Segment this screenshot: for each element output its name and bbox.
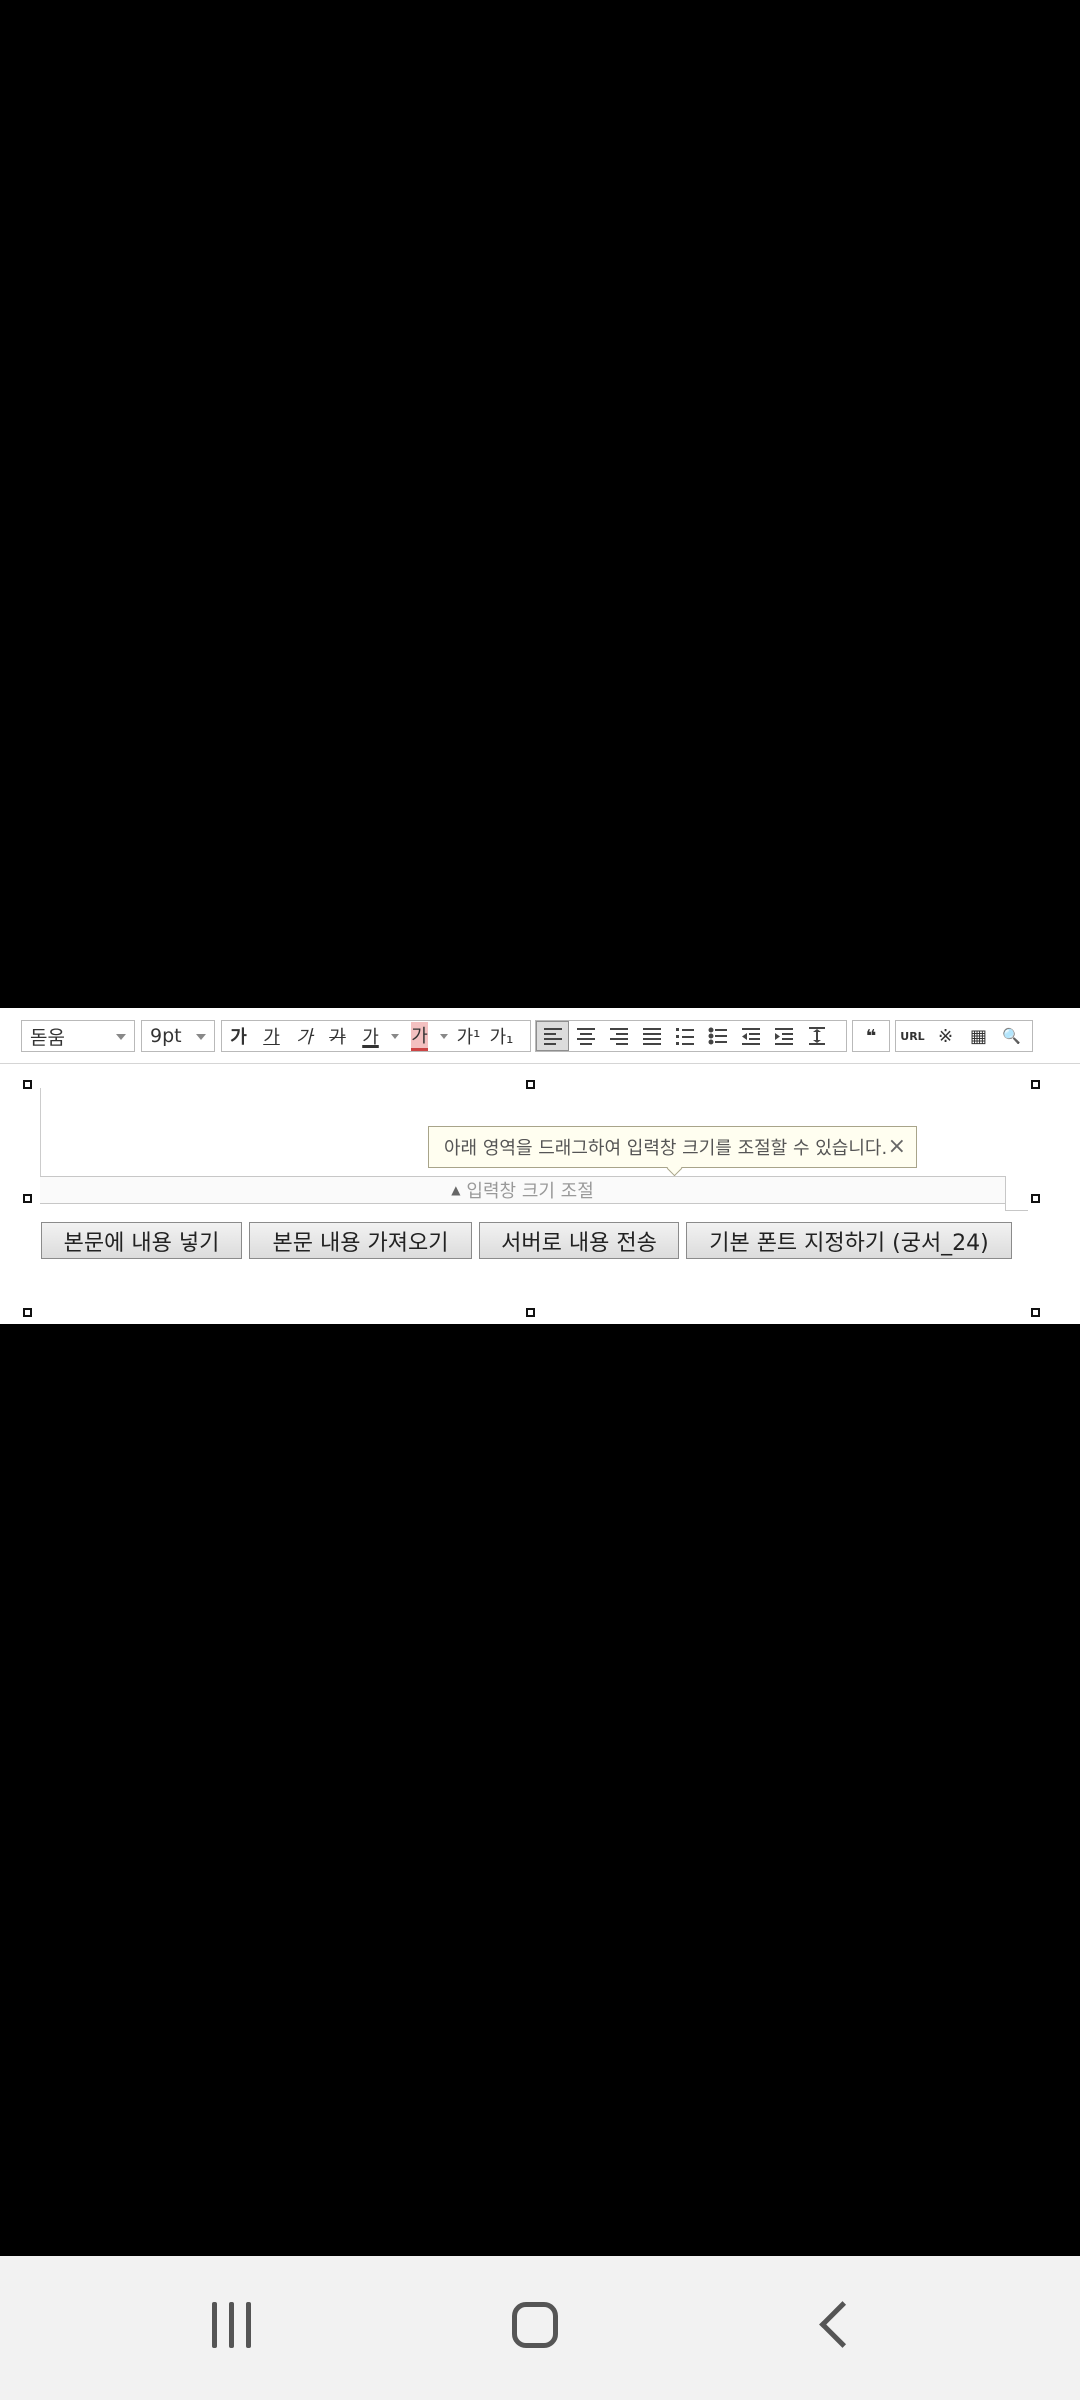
highlighter-icon: 가: [411, 1021, 428, 1051]
chevron-down-icon: [440, 1033, 448, 1039]
line-height-button[interactable]: [800, 1021, 833, 1051]
align-left-button[interactable]: [536, 1021, 569, 1051]
resize-handle-top-left[interactable]: [23, 1080, 32, 1089]
align-right-button[interactable]: [602, 1021, 635, 1051]
paragraph-group: [535, 1020, 847, 1052]
indent-icon: [774, 1028, 793, 1045]
bullet-list-icon: [708, 1027, 727, 1045]
indent-button[interactable]: [767, 1021, 800, 1051]
align-center-button[interactable]: [569, 1021, 602, 1051]
subscript-button[interactable]: 가₁: [485, 1021, 518, 1051]
font-family-select[interactable]: 돋움: [21, 1020, 135, 1052]
chevron-down-icon: [116, 1034, 126, 1040]
insert-content-button[interactable]: 본문에 내용 넣기: [41, 1222, 242, 1259]
align-justify-button[interactable]: [635, 1021, 668, 1051]
resize-bar-label: 입력창 크기 조절: [466, 1181, 594, 1202]
quote-button[interactable]: ❝: [853, 1021, 889, 1051]
ordered-list-icon: [675, 1028, 694, 1045]
resize-tooltip: 아래 영역을 드래그하여 입력창 크기를 조절할 수 있습니다. ×: [428, 1126, 917, 1177]
bg-color-button[interactable]: 가: [403, 1021, 436, 1051]
resize-handle-middle-right[interactable]: [1031, 1194, 1040, 1203]
special-char-button[interactable]: ※: [929, 1021, 962, 1051]
resize-handle-bottom-right[interactable]: [1031, 1308, 1040, 1317]
align-center-icon: [576, 1027, 595, 1045]
updown-arrow-icon: ▲: [451, 1183, 461, 1197]
align-left-icon: [543, 1027, 562, 1045]
italic-button[interactable]: 가: [288, 1021, 321, 1051]
font-color-dropdown[interactable]: [387, 1021, 403, 1051]
send-to-server-button[interactable]: 서버로 내용 전송: [479, 1222, 679, 1259]
input-resize-bar[interactable]: ▲ 입력창 크기 조절: [40, 1176, 1005, 1204]
font-size-select[interactable]: 9pt: [141, 1020, 215, 1052]
superscript-button[interactable]: 가¹: [452, 1021, 485, 1051]
align-justify-icon: [642, 1027, 661, 1045]
resize-bar-corner: [1005, 1176, 1028, 1211]
outdent-icon: [741, 1028, 760, 1045]
find-button[interactable]: 🔍: [995, 1021, 1028, 1051]
chevron-down-icon: [196, 1034, 206, 1040]
tooltip-text: 아래 영역을 드래그하여 입력창 크기를 조절할 수 있습니다.: [444, 1138, 888, 1159]
strikethrough-button[interactable]: 가: [321, 1021, 354, 1051]
line-height-icon: [808, 1027, 825, 1045]
resize-handle-bottom-center[interactable]: [526, 1308, 535, 1317]
font-color-button[interactable]: 가: [354, 1021, 387, 1051]
text-style-group: 가 가 가 가 가 가 가¹ 가₁: [221, 1020, 531, 1052]
chevron-down-icon: [391, 1033, 399, 1039]
back-icon[interactable]: [819, 2301, 866, 2348]
unordered-list-button[interactable]: [701, 1021, 734, 1051]
font-family-value: 돋움: [30, 1026, 65, 1049]
quote-group: ❝: [852, 1020, 890, 1052]
bold-button[interactable]: 가: [222, 1021, 255, 1051]
underline-button[interactable]: 가: [255, 1021, 288, 1051]
system-nav-bar: [0, 2256, 1080, 2400]
editor-toolbar: 돋움 9pt 가 가 가 가 가 가 가¹ 가₁ ❝ URL ※ ▦ 🔍: [0, 1008, 1080, 1064]
resize-handle-middle-left[interactable]: [23, 1194, 32, 1203]
font-size-value: 9pt: [150, 1025, 182, 1047]
home-icon[interactable]: [512, 2302, 558, 2348]
bg-color-dropdown[interactable]: [436, 1021, 452, 1051]
outdent-button[interactable]: [734, 1021, 767, 1051]
import-content-button[interactable]: 본문 내용 가져오기: [249, 1222, 472, 1259]
editor-panel: 돋움 9pt 가 가 가 가 가 가 가¹ 가₁ ❝ URL ※ ▦ 🔍 아래 …: [0, 1008, 1080, 1324]
ordered-list-button[interactable]: [668, 1021, 701, 1051]
resize-handle-bottom-left[interactable]: [23, 1308, 32, 1317]
recents-icon[interactable]: [212, 2302, 251, 2348]
set-default-font-button[interactable]: 기본 폰트 지정하기 (궁서_24): [686, 1222, 1012, 1259]
close-icon[interactable]: ×: [888, 1136, 906, 1158]
align-right-icon: [609, 1027, 628, 1045]
table-button[interactable]: ▦: [962, 1021, 995, 1051]
link-button[interactable]: URL: [896, 1021, 929, 1051]
insert-group: URL ※ ▦ 🔍: [895, 1020, 1033, 1052]
